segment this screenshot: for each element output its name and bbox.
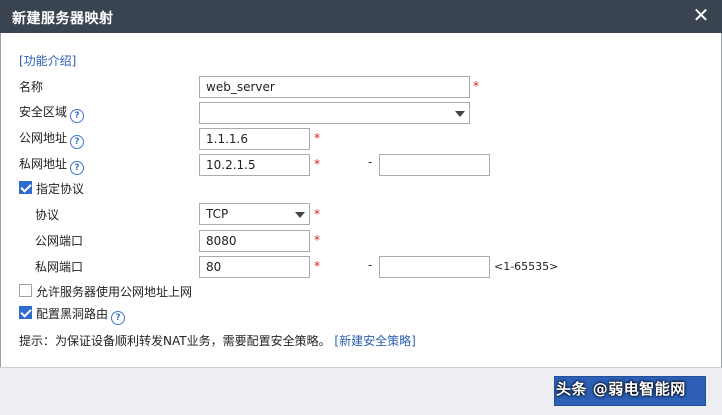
dialog-titlebar: 新建服务器映射 ✕ <box>0 0 722 33</box>
name-input[interactable] <box>199 76 470 98</box>
blackhole-route-checkbox[interactable] <box>19 306 32 319</box>
blackhole-route-label: 配置黑洞路由? <box>36 305 126 325</box>
protocol-label: 协议 <box>35 208 60 222</box>
required-marker: * <box>314 207 320 221</box>
private-address-label: 私网地址? <box>19 155 85 175</box>
specify-protocol-checkbox[interactable] <box>19 181 32 194</box>
allow-internet-label: 允许服务器使用公网地址上网 <box>36 285 193 299</box>
hint-line: 提示：为保证设备顺利转发NAT业务，需要配置安全策略。 [新建安全策略] <box>19 332 416 349</box>
allow-internet-checkbox[interactable] <box>19 284 32 297</box>
protocol-value: TCP <box>206 207 229 221</box>
private-port-label: 私网端口 <box>35 260 84 274</box>
private-address-end-input[interactable] <box>379 154 490 176</box>
private-address-start-input[interactable] <box>199 154 310 176</box>
hint-text: 提示：为保证设备顺利转发NAT业务，需要配置安全策略。 <box>19 334 331 348</box>
required-marker: * <box>314 131 320 145</box>
private-port-start-input[interactable] <box>199 256 310 278</box>
public-port-label: 公网端口 <box>35 234 84 248</box>
blackhole-route-label-text: 配置黑洞路由 <box>36 307 109 321</box>
security-zone-label-text: 安全区域 <box>19 105 68 119</box>
security-zone-label: 安全区域? <box>19 103 85 123</box>
range-separator: - <box>368 258 373 272</box>
public-port-input[interactable] <box>199 230 310 252</box>
public-address-label-text: 公网地址 <box>19 131 68 145</box>
private-address-label-text: 私网地址 <box>19 157 68 171</box>
required-marker: * <box>314 233 320 247</box>
security-zone-select[interactable] <box>199 102 470 124</box>
private-port-end-input[interactable] <box>379 256 490 278</box>
protocol-select[interactable]: TCP <box>199 203 310 225</box>
port-range-hint: <1-65535> <box>494 260 559 273</box>
required-marker: * <box>314 157 320 171</box>
new-security-policy-link[interactable]: [新建安全策略] <box>334 334 415 348</box>
name-label: 名称 <box>19 80 44 94</box>
watermark: 头条 @弱电智能网 <box>556 380 686 398</box>
dialog-footer: 头条 @弱电智能网 <box>0 367 722 415</box>
chevron-down-icon[interactable] <box>295 212 305 218</box>
range-separator: - <box>368 155 373 169</box>
close-icon[interactable]: ✕ <box>692 5 710 25</box>
required-marker: * <box>314 259 320 273</box>
public-address-input[interactable] <box>199 128 310 150</box>
help-icon[interactable]: ? <box>70 135 85 149</box>
help-icon[interactable]: ? <box>70 109 85 123</box>
public-address-label: 公网地址? <box>19 129 85 149</box>
chevron-down-icon[interactable] <box>455 111 465 117</box>
dialog-title: 新建服务器映射 <box>12 11 114 27</box>
help-icon[interactable]: ? <box>70 161 85 175</box>
specify-protocol-label: 指定协议 <box>36 182 85 196</box>
feature-intro-link[interactable]: [功能介绍] <box>19 52 76 69</box>
help-icon[interactable]: ? <box>111 311 126 325</box>
required-marker: * <box>473 79 479 93</box>
